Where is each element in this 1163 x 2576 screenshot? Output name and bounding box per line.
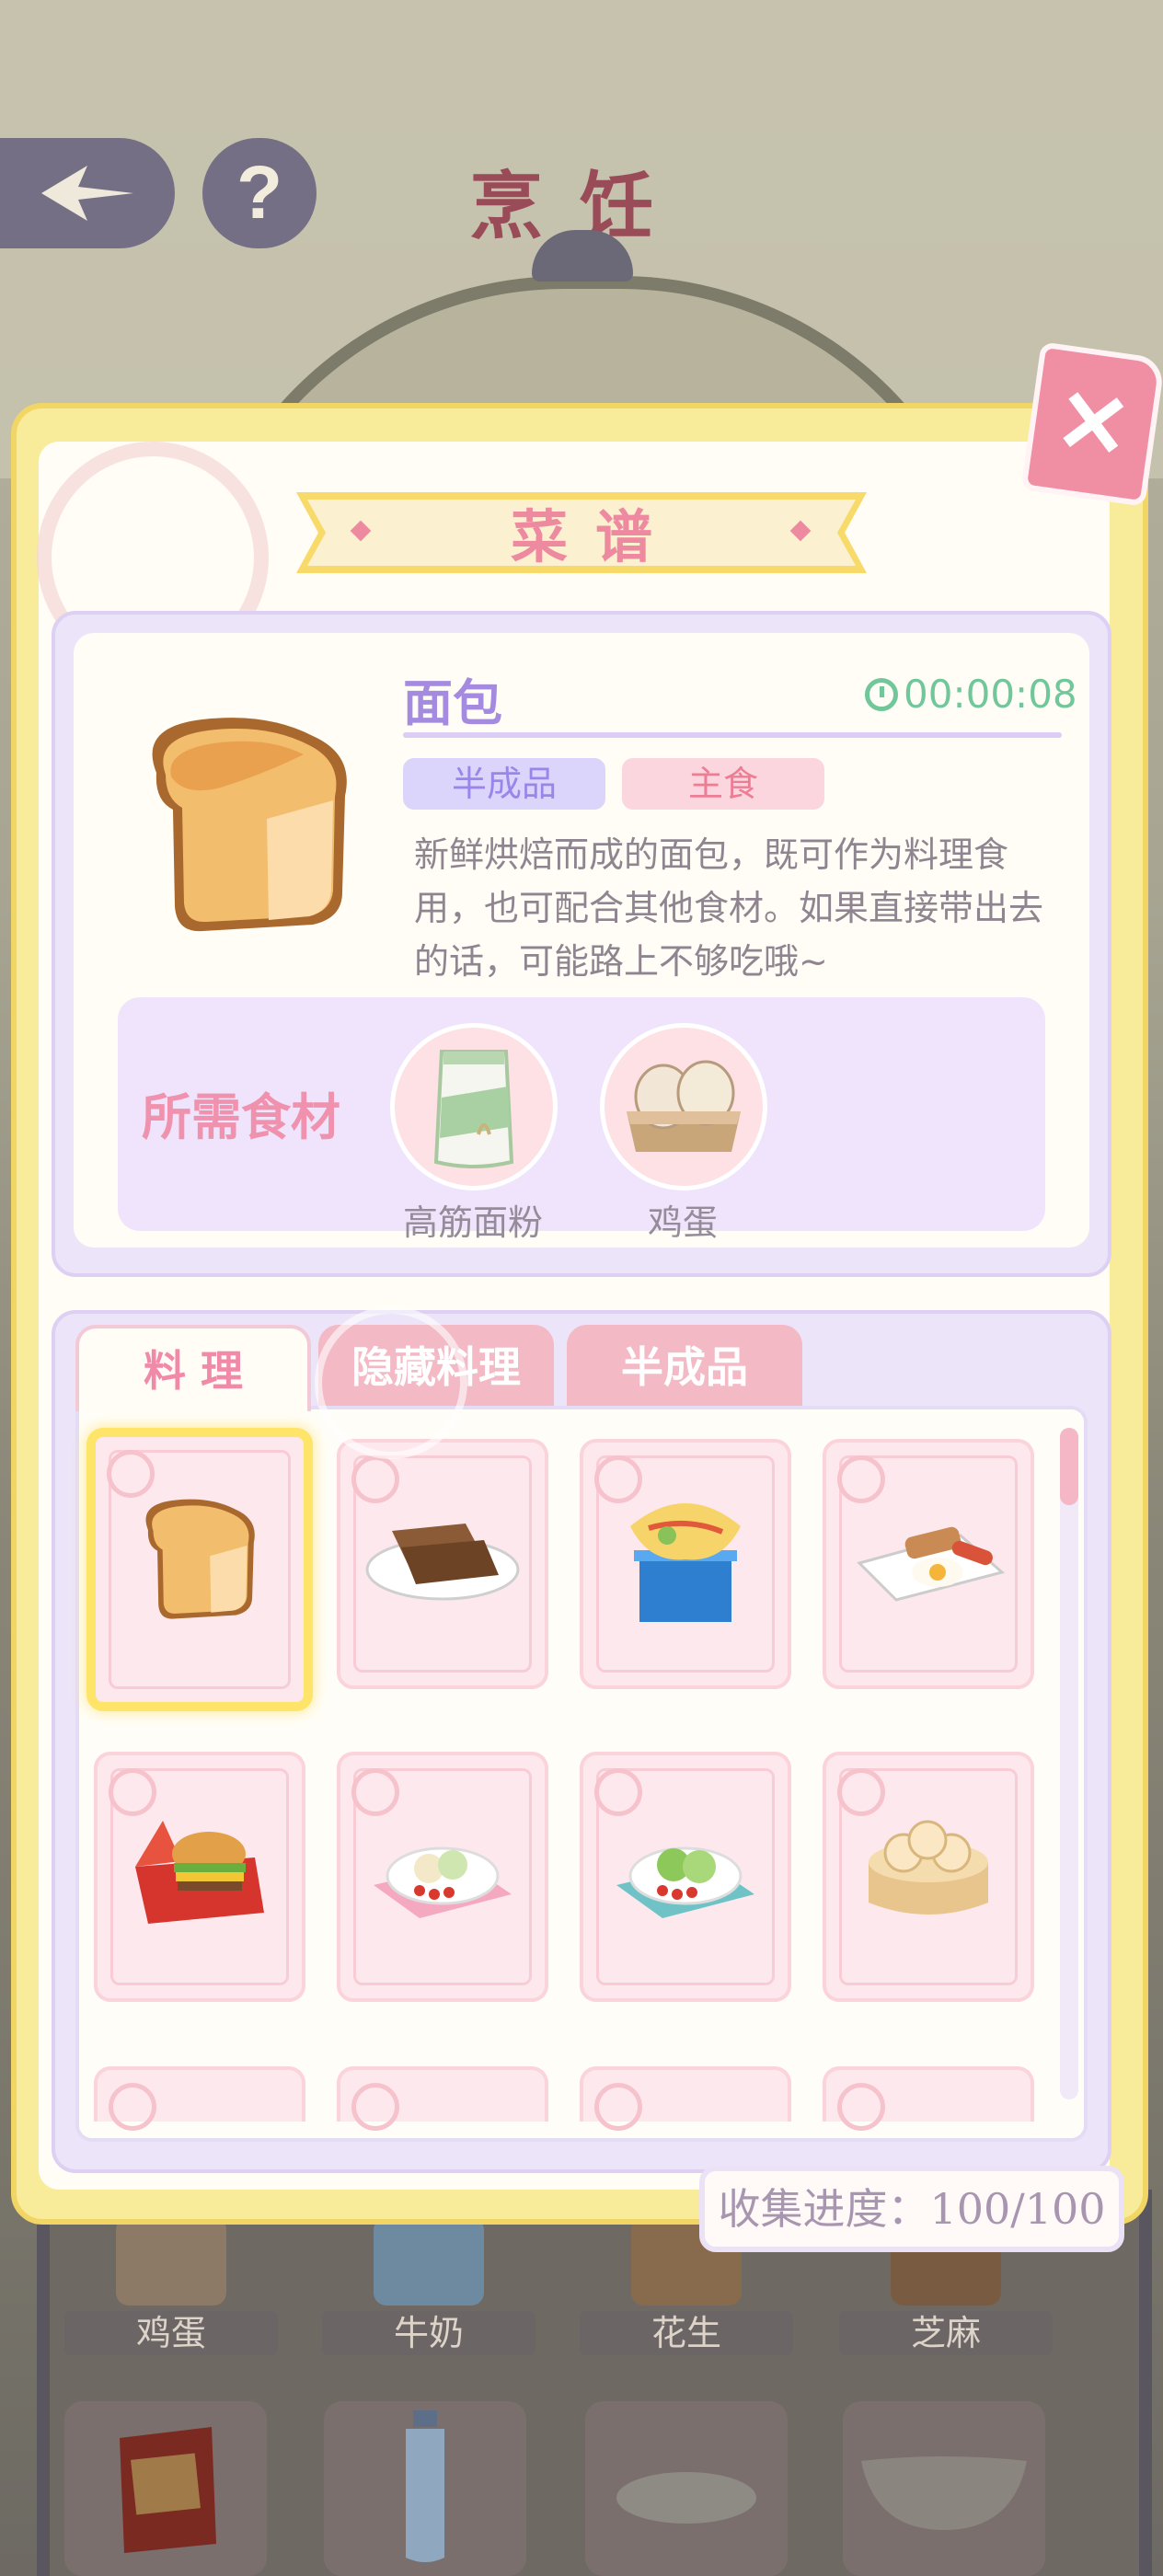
item-label: 牛奶: [322, 2311, 535, 2355]
flour-bag-icon: [433, 1050, 514, 1168]
recipe-card[interactable]: [86, 1428, 313, 1711]
tag-semi-finished: 半成品: [403, 758, 605, 810]
cutlery-badge-icon: [594, 2083, 642, 2131]
item-label: 芝麻: [839, 2311, 1053, 2355]
breakfast-plate-icon: [857, 1527, 1006, 1603]
question-mark-icon: ?: [236, 151, 283, 235]
tab-highlight-ring: [315, 1306, 467, 1459]
recipe-card[interactable]: [337, 1752, 548, 2002]
salad-plate-icon: [374, 1846, 512, 1919]
timer-value: 00:00:08: [904, 672, 1077, 717]
recipe-card[interactable]: [94, 1752, 305, 2002]
omelette-lunchbox-icon: [630, 1503, 741, 1623]
recipe-scrollbar[interactable]: [1060, 1428, 1078, 2099]
background-card: [843, 2401, 1045, 2576]
dish-description: 新鲜烘焙而成的面包，既可作为料理食用，也可配合其他食材。如果直接带出去的话，可能…: [414, 834, 1044, 982]
name-underline: [403, 732, 1062, 738]
recipe-card[interactable]: [337, 2066, 548, 2131]
ingredient-name: 高筋面粉: [402, 1202, 543, 1243]
recipe-card[interactable]: [580, 2066, 791, 2131]
tab-dishes[interactable]: 料 理: [75, 1325, 311, 1411]
cook-timer: 00:00:08: [865, 672, 1077, 717]
background-card: [585, 2401, 788, 2576]
banner-title: 菜谱: [510, 503, 680, 570]
background-item: 鸡蛋: [64, 2217, 278, 2355]
steamed-buns-icon: [869, 1820, 988, 1915]
ingredient-name: 鸡蛋: [647, 1202, 718, 1243]
cutlery-badge-icon: [351, 2083, 399, 2131]
recipe-card[interactable]: [823, 1752, 1034, 2002]
clock-icon: [865, 677, 898, 711]
tag-staple-food: 主食: [622, 758, 824, 810]
water-bottle-icon: [406, 2410, 444, 2562]
background-card: [64, 2401, 267, 2576]
green-salad-icon: [616, 1846, 754, 1919]
close-icon: ✕: [1049, 370, 1137, 479]
cutlery-badge-icon: [837, 1455, 885, 1503]
help-button[interactable]: ?: [202, 138, 317, 248]
plate-icon: [616, 2472, 756, 2524]
recipe-card[interactable]: [337, 1439, 548, 1689]
brown-sugar-bag-icon: [120, 2427, 216, 2553]
egg-carton-icon: [116, 2217, 226, 2306]
back-button[interactable]: [0, 138, 175, 248]
recipe-card[interactable]: [823, 2066, 1034, 2131]
cutlery-badge-icon: [107, 1450, 155, 1498]
milk-carton-icon: [374, 2217, 484, 2306]
cutlery-badge-icon: [351, 1768, 399, 1816]
item-label: 鸡蛋: [64, 2311, 278, 2355]
cutlery-badge-icon: [109, 2083, 156, 2131]
ingredients-title: 所需食材: [142, 1088, 340, 1146]
bread-icon: [152, 718, 347, 932]
bowl-icon: [861, 2456, 1027, 2530]
recipe-banner: 菜谱: [296, 483, 867, 582]
close-button[interactable]: ✕: [1020, 341, 1163, 507]
ingredient-item[interactable]: 高筋面粉: [390, 1023, 558, 1243]
toast-icon: [365, 1524, 520, 1601]
cutlery-badge-icon: [594, 1768, 642, 1816]
dish-name: 面包: [403, 674, 502, 732]
recipe-card[interactable]: [94, 2066, 305, 2131]
burger-box-icon: [135, 1821, 264, 1925]
back-arrow-icon: [41, 166, 133, 221]
ingredient-item[interactable]: 鸡蛋: [600, 1023, 767, 1243]
item-label: 花生: [580, 2311, 793, 2355]
egg-carton-icon: [627, 1060, 741, 1152]
bread-icon: [145, 1500, 255, 1620]
recipe-card[interactable]: [823, 1439, 1034, 1689]
cutlery-badge-icon: [351, 1455, 399, 1503]
background-card: [324, 2401, 526, 2576]
scrollbar-thumb[interactable]: [1060, 1428, 1078, 1505]
tab-semi-finished[interactable]: 半成品: [567, 1325, 802, 1408]
recipe-card[interactable]: [580, 1752, 791, 2002]
ingredient-icon-circle: [600, 1023, 767, 1190]
background-item: 牛奶: [322, 2217, 535, 2355]
cutlery-badge-icon: [837, 2083, 885, 2131]
ingredient-icon-circle: [390, 1023, 558, 1190]
recipe-card[interactable]: [580, 1439, 791, 1689]
collection-progress: 收集进度：100/100: [699, 2166, 1124, 2252]
